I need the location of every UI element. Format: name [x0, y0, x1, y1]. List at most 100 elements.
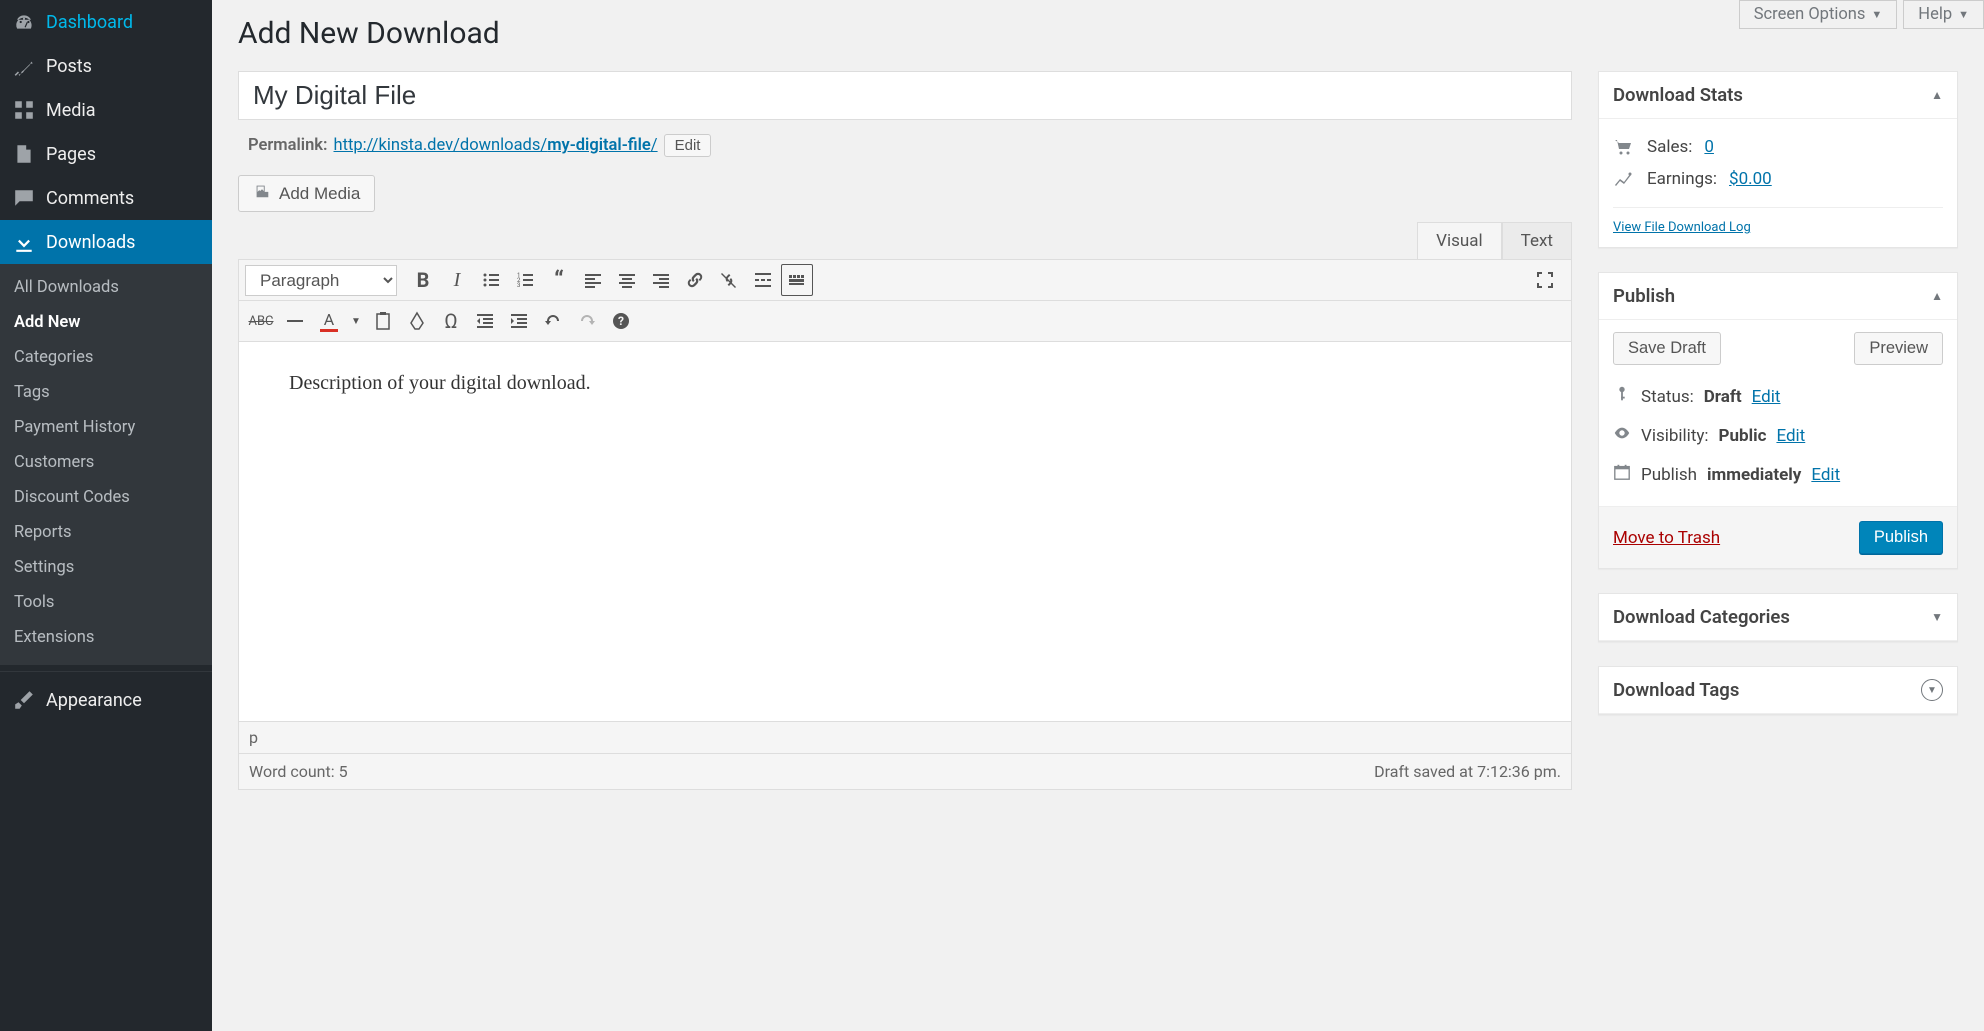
move-to-trash-link[interactable]: Move to Trash [1613, 528, 1720, 548]
download-tags-box: Download Tags▼ [1598, 666, 1958, 715]
publish-heading[interactable]: Publish▲ [1599, 273, 1957, 320]
clear-format-button[interactable] [401, 305, 433, 337]
comment-icon [12, 186, 36, 210]
format-select[interactable]: Paragraph [245, 265, 397, 296]
main-content: Screen Options▼ Help▼ Add New Download P… [212, 0, 1984, 1031]
downloads-submenu: All Downloads Add New Categories Tags Pa… [0, 264, 212, 665]
align-left-button[interactable] [577, 264, 609, 296]
preview-button[interactable]: Preview [1854, 332, 1943, 365]
add-media-button[interactable]: Add Media [238, 175, 375, 212]
collapse-icon: ▲ [1931, 289, 1943, 303]
sidebar-label: Appearance [46, 690, 142, 711]
word-count: Word count: 5 [249, 762, 348, 781]
text-color-button[interactable]: A [313, 305, 345, 337]
special-char-button[interactable]: Ω [435, 305, 467, 337]
unlink-button[interactable] [713, 264, 745, 296]
publish-box: Publish▲ Save Draft Preview Status: Draf… [1598, 272, 1958, 569]
undo-button[interactable] [537, 305, 569, 337]
align-center-button[interactable] [611, 264, 643, 296]
submenu-all-downloads[interactable]: All Downloads [0, 270, 212, 305]
screen-options-button[interactable]: Screen Options▼ [1739, 0, 1898, 29]
submenu-payment-history[interactable]: Payment History [0, 410, 212, 445]
indent-button[interactable] [503, 305, 535, 337]
read-more-button[interactable] [747, 264, 779, 296]
stats-heading[interactable]: Download Stats▲ [1599, 72, 1957, 119]
calendar-icon [1613, 463, 1631, 486]
help-button[interactable]: ? [605, 305, 637, 337]
number-list-button[interactable]: 123 [509, 264, 541, 296]
editor-content[interactable]: Description of your digital download. [238, 342, 1572, 722]
media-icon [12, 98, 36, 122]
visibility-value: Public [1719, 426, 1767, 446]
pin-icon [12, 54, 36, 78]
editor-tab-visual[interactable]: Visual [1417, 222, 1501, 259]
status-label: Status: [1641, 387, 1694, 407]
sidebar-item-pages[interactable]: Pages [0, 132, 212, 176]
sidebar-label: Pages [46, 144, 96, 165]
help-button[interactable]: Help▼ [1903, 0, 1984, 29]
submenu-tools[interactable]: Tools [0, 585, 212, 620]
editor-toolbar-1: Paragraph B I 123 “ [238, 259, 1572, 301]
editor-tab-text[interactable]: Text [1502, 222, 1572, 259]
quote-button[interactable]: “ [543, 264, 575, 296]
italic-button[interactable]: I [441, 264, 473, 296]
submenu-reports[interactable]: Reports [0, 515, 212, 550]
sidebar-label: Posts [46, 56, 92, 77]
submenu-customers[interactable]: Customers [0, 445, 212, 480]
chevron-down-icon: ▼ [1958, 8, 1969, 21]
permalink-edit-button[interactable]: Edit [664, 134, 712, 157]
link-button[interactable] [679, 264, 711, 296]
sidebar-item-dashboard[interactable]: Dashboard [0, 0, 212, 44]
post-title-input[interactable] [238, 71, 1572, 120]
submenu-add-new[interactable]: Add New [0, 305, 212, 340]
align-right-button[interactable] [645, 264, 677, 296]
submenu-settings[interactable]: Settings [0, 550, 212, 585]
key-icon [1613, 385, 1631, 408]
bullet-list-button[interactable] [475, 264, 507, 296]
publish-schedule-edit-link[interactable]: Edit [1811, 465, 1840, 485]
fullscreen-button[interactable] [1529, 264, 1561, 296]
sidebar-item-posts[interactable]: Posts [0, 44, 212, 88]
visibility-edit-link[interactable]: Edit [1776, 426, 1805, 446]
save-draft-button[interactable]: Save Draft [1613, 332, 1721, 365]
download-stats-box: Download Stats▲ Sales: 0 Earnings: $0.00 [1598, 71, 1958, 248]
paste-text-button[interactable] [367, 305, 399, 337]
expand-icon: ▼ [1921, 679, 1943, 701]
editor-path: p [238, 722, 1572, 754]
media-icon [253, 182, 271, 205]
sidebar-label: Dashboard [46, 12, 133, 33]
submenu-discount-codes[interactable]: Discount Codes [0, 480, 212, 515]
outdent-button[interactable] [469, 305, 501, 337]
submenu-categories[interactable]: Categories [0, 340, 212, 375]
bold-button[interactable]: B [407, 264, 439, 296]
permalink-label: Permalink: [248, 136, 328, 155]
permalink-row: Permalink: http://kinsta.dev/downloads/m… [238, 120, 1572, 175]
view-log-link[interactable]: View File Download Log [1613, 220, 1751, 235]
publish-schedule-value: immediately [1707, 465, 1801, 485]
editor-toolbar-2: ABC A ▼ Ω ? [238, 301, 1572, 342]
sidebar-label: Media [46, 100, 96, 121]
publish-button[interactable]: Publish [1859, 521, 1943, 554]
expand-icon: ▼ [1931, 610, 1943, 624]
status-edit-link[interactable]: Edit [1752, 387, 1781, 407]
permalink-link[interactable]: http://kinsta.dev/downloads/my-digital-f… [334, 136, 658, 155]
publish-schedule-label: Publish [1641, 465, 1697, 485]
sidebar-item-downloads[interactable]: Downloads [0, 220, 212, 264]
tags-heading[interactable]: Download Tags▼ [1599, 667, 1957, 714]
sidebar-item-appearance[interactable]: Appearance [0, 678, 212, 722]
text-color-picker[interactable]: ▼ [347, 305, 365, 337]
submenu-extensions[interactable]: Extensions [0, 620, 212, 655]
sidebar-label: Downloads [46, 232, 135, 253]
categories-heading[interactable]: Download Categories▼ [1599, 594, 1957, 641]
sales-value-link[interactable]: 0 [1704, 137, 1714, 157]
redo-button[interactable] [571, 305, 603, 337]
collapse-icon: ▲ [1931, 88, 1943, 102]
sidebar-item-media[interactable]: Media [0, 88, 212, 132]
submenu-tags[interactable]: Tags [0, 375, 212, 410]
dashboard-icon [12, 10, 36, 34]
sidebar-item-comments[interactable]: Comments [0, 176, 212, 220]
toolbar-toggle-button[interactable] [781, 264, 813, 296]
earnings-value-link[interactable]: $0.00 [1729, 169, 1772, 189]
strikethrough-button[interactable]: ABC [245, 305, 277, 337]
hr-button[interactable] [279, 305, 311, 337]
